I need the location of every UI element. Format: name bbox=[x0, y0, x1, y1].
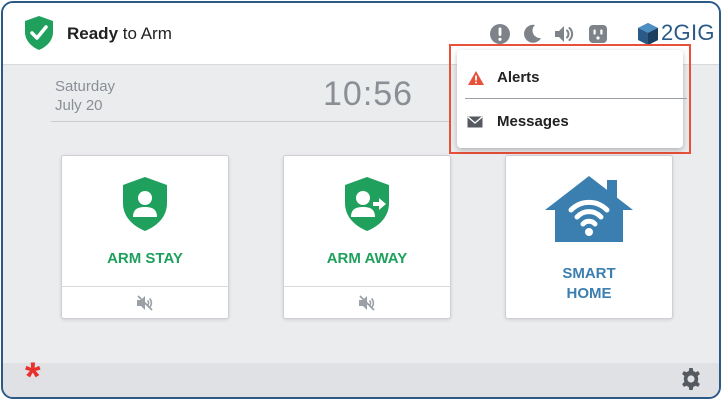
2gig-cube-logo-icon bbox=[638, 23, 658, 45]
status-dropdown-menu: Alerts Messages bbox=[457, 50, 687, 148]
arm-away-tile[interactable]: ARM AWAY bbox=[283, 155, 451, 319]
volume-icon[interactable] bbox=[553, 23, 575, 45]
date-display: Saturday July 20 bbox=[55, 77, 115, 115]
arming-status-text[interactable]: Ready to Arm bbox=[67, 24, 172, 44]
bottom-bar: * bbox=[3, 357, 719, 397]
clock-time: 10:56 bbox=[323, 75, 414, 113]
emergency-asterisk-icon[interactable]: * bbox=[25, 357, 41, 397]
gear-icon[interactable] bbox=[679, 367, 703, 391]
menu-item-messages[interactable]: Messages bbox=[457, 102, 683, 142]
header-divider bbox=[51, 121, 451, 122]
outlet-icon[interactable] bbox=[587, 23, 609, 45]
arm-away-mute-row[interactable] bbox=[284, 286, 450, 318]
smart-home-label-line1: SMART bbox=[562, 265, 616, 282]
mute-icon[interactable] bbox=[358, 295, 376, 311]
night-mode-icon[interactable] bbox=[521, 23, 543, 45]
arm-away-shield-icon bbox=[345, 177, 389, 231]
envelope-icon bbox=[467, 116, 483, 128]
menu-separator bbox=[465, 98, 687, 99]
arm-stay-label: ARM STAY bbox=[107, 250, 183, 267]
alert-icon[interactable] bbox=[489, 23, 511, 45]
smart-home-label-line2: HOME bbox=[566, 285, 612, 302]
smart-home-tile[interactable]: SMART HOME bbox=[505, 155, 673, 319]
smart-home-label: SMART HOME bbox=[506, 264, 672, 304]
panel-frame: Ready to Arm 2GIG Saturday July 20 10:56… bbox=[1, 1, 721, 399]
arm-away-label: ARM AWAY bbox=[326, 250, 408, 267]
status-word: Ready bbox=[67, 24, 119, 43]
status-rest: to Arm bbox=[118, 24, 172, 43]
smart-home-icon bbox=[545, 176, 633, 242]
arm-stay-tile[interactable]: ARM STAY bbox=[61, 155, 229, 319]
arm-stay-mute-row[interactable] bbox=[62, 286, 228, 318]
arm-stay-shield-icon bbox=[123, 177, 167, 231]
menu-item-alerts-label: Alerts bbox=[497, 69, 540, 86]
warning-triangle-icon bbox=[468, 71, 484, 85]
menu-item-alerts[interactable]: Alerts bbox=[457, 58, 683, 98]
menu-item-messages-label: Messages bbox=[497, 113, 569, 130]
mute-icon[interactable] bbox=[136, 295, 154, 311]
brand-name: 2GIG bbox=[661, 20, 715, 45]
status-shield-check-icon[interactable] bbox=[23, 15, 55, 51]
status-dropdown-highlight: Alerts Messages bbox=[449, 44, 691, 154]
day-of-week: Saturday bbox=[55, 78, 116, 95]
month-day: July 20 bbox=[55, 97, 103, 114]
